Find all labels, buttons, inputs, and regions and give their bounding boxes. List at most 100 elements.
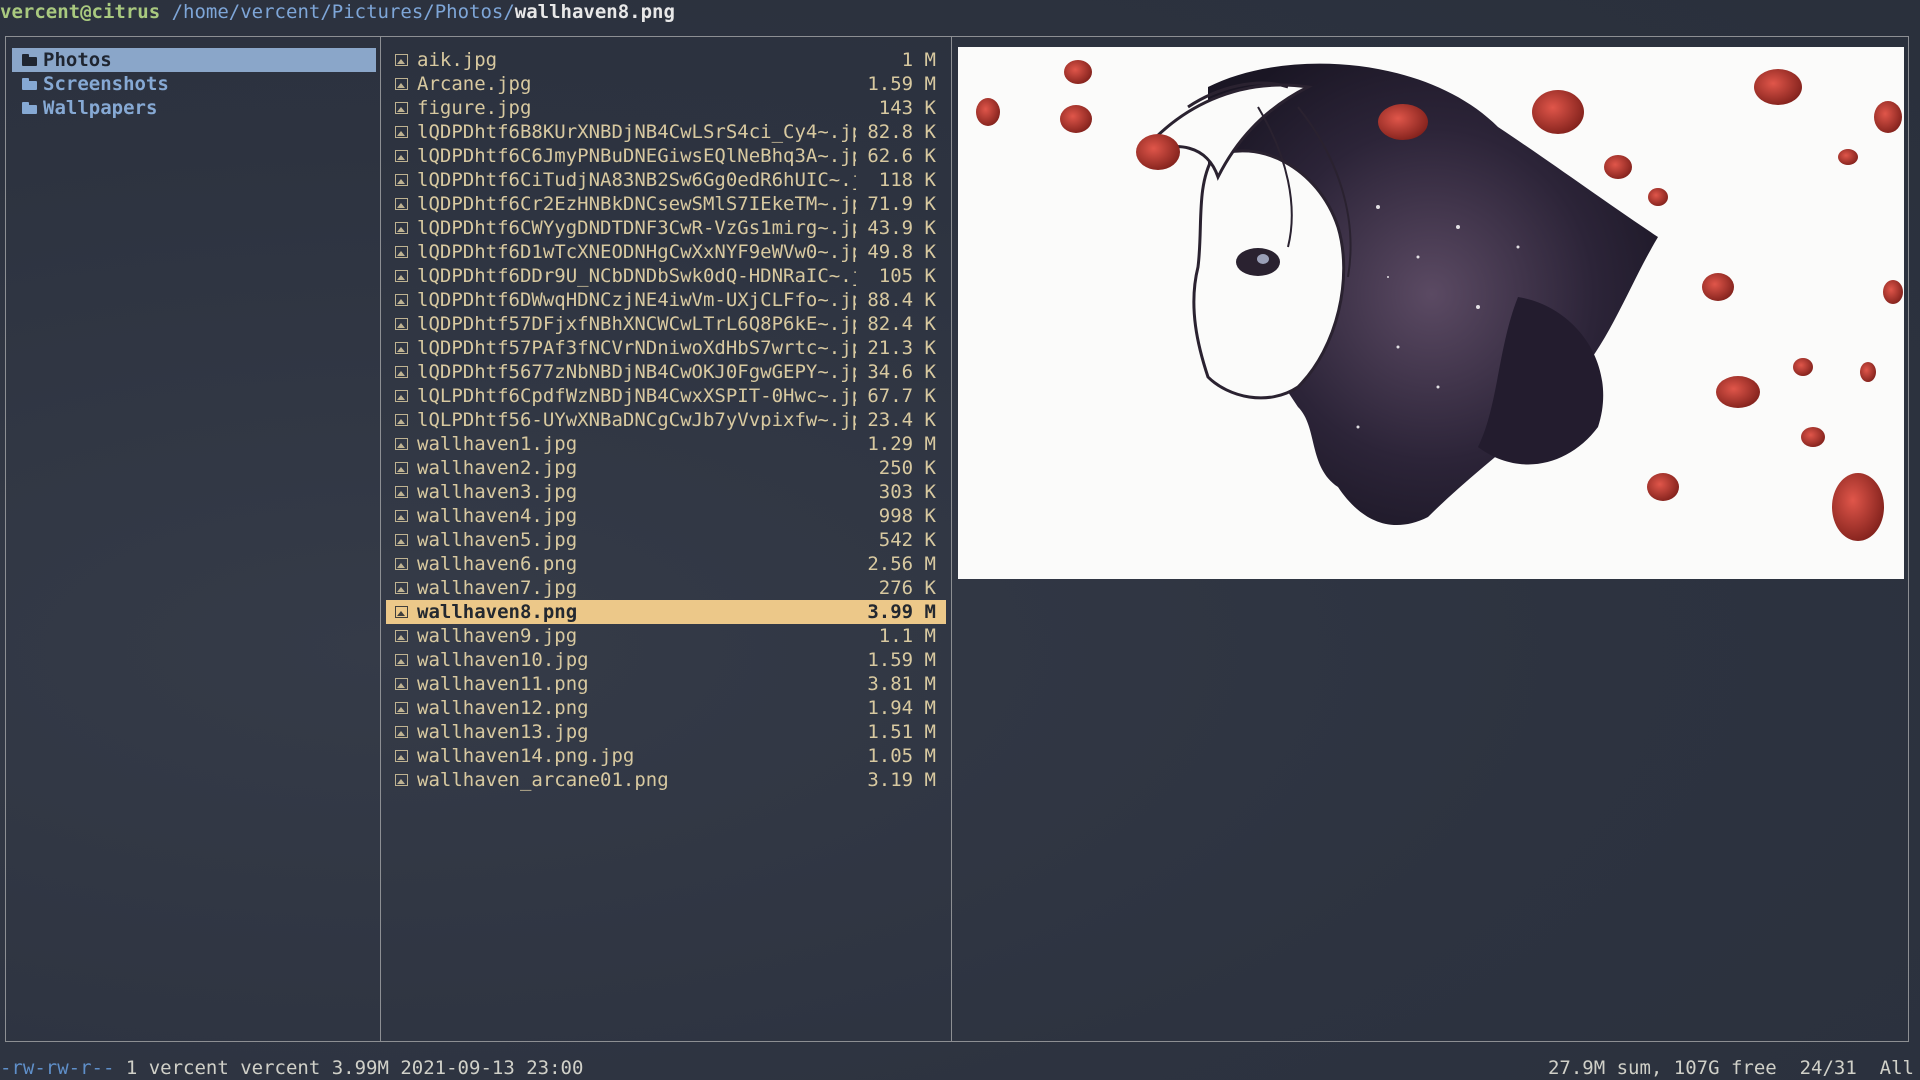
image-preview [958, 47, 1904, 579]
file-name: wallhaven14.png.jpg [417, 745, 635, 767]
image-file-icon [395, 558, 408, 570]
file-name: lQDPDhtf6DDr9U_NCbDNDbSwk0dQ-HDNRaIC~.jp… [417, 265, 856, 287]
file-name: wallhaven10.jpg [417, 649, 589, 671]
directory-label: Photos [43, 49, 112, 71]
file-item[interactable]: lQDPDhtf6CWYygDNDTDNF3CwR-VzGs1mirg~.jpg… [386, 216, 946, 240]
file-size: 250 K [878, 457, 936, 479]
file-item[interactable]: lQDPDhtf6C6JmyPNBuDNEGiwsEQlNeBhq3A~.jpg… [386, 144, 946, 168]
file-item[interactable]: lQDPDhtf6B8KUrXNBDjNB4CwLSrS4ci_Cy4~.jpg… [386, 120, 946, 144]
file-size: 3.81 M [867, 673, 936, 695]
file-item[interactable]: lQDPDhtf57PAf3fNCVrNDniwoXdHbS7wrtc~.jpg… [386, 336, 946, 360]
directory-item[interactable]: Screenshots [12, 72, 376, 96]
file-size: 303 K [878, 481, 936, 503]
file-list: aik.jpg 1 M Arcane.jpg 1.59 M figure.jpg 143 … [386, 48, 946, 792]
image-file-icon [395, 462, 408, 474]
file-item[interactable]: wallhaven4.jpg 998 K [386, 504, 946, 528]
file-item[interactable]: lQDPDhtf57DFjxfNBhXNCWCwLTrL6Q8P6kE~.jpg… [386, 312, 946, 336]
file-size: 34.6 K [867, 361, 936, 383]
file-name: lQLPDhtf6CpdfWzNBDjNB4CwxXSPIT-0Hwc~.jpg [417, 385, 856, 407]
image-file-icon [395, 366, 408, 378]
file-item[interactable]: wallhaven13.jpg 1.51 M [386, 720, 946, 744]
image-file-icon [395, 102, 408, 114]
file-size: 62.6 K [867, 145, 936, 167]
file-item[interactable]: wallhaven12.png 1.94 M [386, 696, 946, 720]
image-file-icon [395, 294, 408, 306]
image-file-icon [395, 198, 408, 210]
file-item[interactable]: wallhaven6.png 2.56 M [386, 552, 946, 576]
file-name: lQDPDhtf57DFjxfNBhXNCWCwLTrL6Q8P6kE~.jpg [417, 313, 856, 335]
image-file-icon [395, 54, 408, 66]
file-size: 43.9 K [867, 217, 936, 239]
image-file-icon [395, 606, 408, 618]
file-item[interactable]: wallhaven8.png 3.99 M [386, 600, 946, 624]
directory-list: Photos Screenshots Wallpapers [12, 48, 376, 120]
file-size: 1.1 M [878, 625, 936, 647]
current-directory-pane: aik.jpg 1 M Arcane.jpg 1.59 M figure.jpg 143 … [380, 36, 952, 1042]
file-size: 105 K [878, 265, 936, 287]
file-item[interactable]: aik.jpg 1 M [386, 48, 946, 72]
image-file-icon [395, 774, 408, 786]
terminal-window: vercent@citrus /home/vercent/Pictures/Ph… [0, 0, 1920, 1080]
file-item[interactable]: wallhaven_arcane01.png 3.19 M [386, 768, 946, 792]
file-item[interactable]: lQDPDhtf6Cr2EzHNBkDNCsewSMlS7IEkeTM~.jpg… [386, 192, 946, 216]
image-file-icon [395, 534, 408, 546]
file-name: lQDPDhtf57PAf3fNCVrNDniwoXdHbS7wrtc~.jpg [417, 337, 856, 359]
file-name: wallhaven9.jpg [417, 625, 578, 647]
file-size: 49.8 K [867, 241, 936, 263]
folder-icon [22, 78, 37, 90]
file-item[interactable]: lQDPDhtf6CiTudjNA83NB2Sw6Gg0edR6hUIC~.jp… [386, 168, 946, 192]
file-item[interactable]: lQDPDhtf5677zNbNBDjNB4CwOKJ0FgwGEPY~.jpg… [386, 360, 946, 384]
file-item[interactable]: lQLPDhtf6CpdfWzNBDjNB4CwxXSPIT-0Hwc~.jpg… [386, 384, 946, 408]
image-file-icon [395, 582, 408, 594]
file-item[interactable]: wallhaven7.jpg 276 K [386, 576, 946, 600]
image-file-icon [395, 318, 408, 330]
file-size: 88.4 K [867, 289, 936, 311]
file-item[interactable]: wallhaven5.jpg 542 K [386, 528, 946, 552]
image-file-icon [395, 702, 408, 714]
file-name: wallhaven11.png [417, 673, 589, 695]
file-item[interactable]: wallhaven1.jpg 1.29 M [386, 432, 946, 456]
directory-item[interactable]: Wallpapers [12, 96, 376, 120]
file-item[interactable]: wallhaven9.jpg 1.1 M [386, 624, 946, 648]
file-name: wallhaven1.jpg [417, 433, 578, 455]
file-item[interactable]: lQLPDhtf56-UYwXNBaDNCgCwJb7yVvpixfw~.jpg… [386, 408, 946, 432]
status-bar: -rw-rw-r-- 1 vercent vercent 3.99M 2021-… [0, 1056, 1920, 1080]
file-item[interactable]: lQDPDhtf6DWwqHDNCzjNE4iwVm-UXjCLFfo~.jpg… [386, 288, 946, 312]
directory-label: Screenshots [43, 73, 169, 95]
image-file-icon [395, 78, 408, 90]
file-item[interactable]: figure.jpg 143 K [386, 96, 946, 120]
file-name: wallhaven12.png [417, 697, 589, 719]
file-item[interactable]: wallhaven3.jpg 303 K [386, 480, 946, 504]
file-item[interactable]: wallhaven14.png.jpg 1.05 M [386, 744, 946, 768]
file-item[interactable]: wallhaven10.jpg 1.59 M [386, 648, 946, 672]
file-size: 3.19 M [867, 769, 936, 791]
file-item[interactable]: lQDPDhtf6D1wTcXNEODNHgCwXxNYF9eWVw0~.jpg… [386, 240, 946, 264]
file-name: wallhaven8.png [417, 601, 578, 623]
preview-pane [951, 36, 1909, 1042]
file-item[interactable]: lQDPDhtf6DDr9U_NCbDNDbSwk0dQ-HDNRaIC~.jp… [386, 264, 946, 288]
file-item[interactable]: wallhaven11.png 3.81 M [386, 672, 946, 696]
file-size: 21.3 K [867, 337, 936, 359]
file-name: wallhaven_arcane01.png [417, 769, 669, 791]
file-permissions: -rw-rw-r-- [0, 1057, 115, 1079]
status-file-info: -rw-rw-r-- 1 vercent vercent 3.99M 2021-… [0, 1056, 583, 1080]
file-name: wallhaven4.jpg [417, 505, 578, 527]
file-size: 1.51 M [867, 721, 936, 743]
image-file-icon [395, 150, 408, 162]
parent-directory-pane: Photos Screenshots Wallpapers [5, 36, 381, 1042]
file-size: 143 K [878, 97, 936, 119]
file-size: 3.99 M [867, 601, 936, 623]
file-size: 1.59 M [867, 73, 936, 95]
file-item[interactable]: wallhaven2.jpg 250 K [386, 456, 946, 480]
directory-label: Wallpapers [43, 97, 158, 119]
file-size: 1.59 M [867, 649, 936, 671]
file-item[interactable]: Arcane.jpg 1.59 M [386, 72, 946, 96]
directory-item[interactable]: Photos [12, 48, 376, 72]
file-size: 1 M [901, 49, 936, 71]
file-name: wallhaven2.jpg [417, 457, 578, 479]
file-size: 23.4 K [867, 409, 936, 431]
file-size: 1.94 M [867, 697, 936, 719]
file-name: lQDPDhtf5677zNbNBDjNB4CwOKJ0FgwGEPY~.jpg [417, 361, 856, 383]
file-name: wallhaven3.jpg [417, 481, 578, 503]
image-file-icon [395, 342, 408, 354]
